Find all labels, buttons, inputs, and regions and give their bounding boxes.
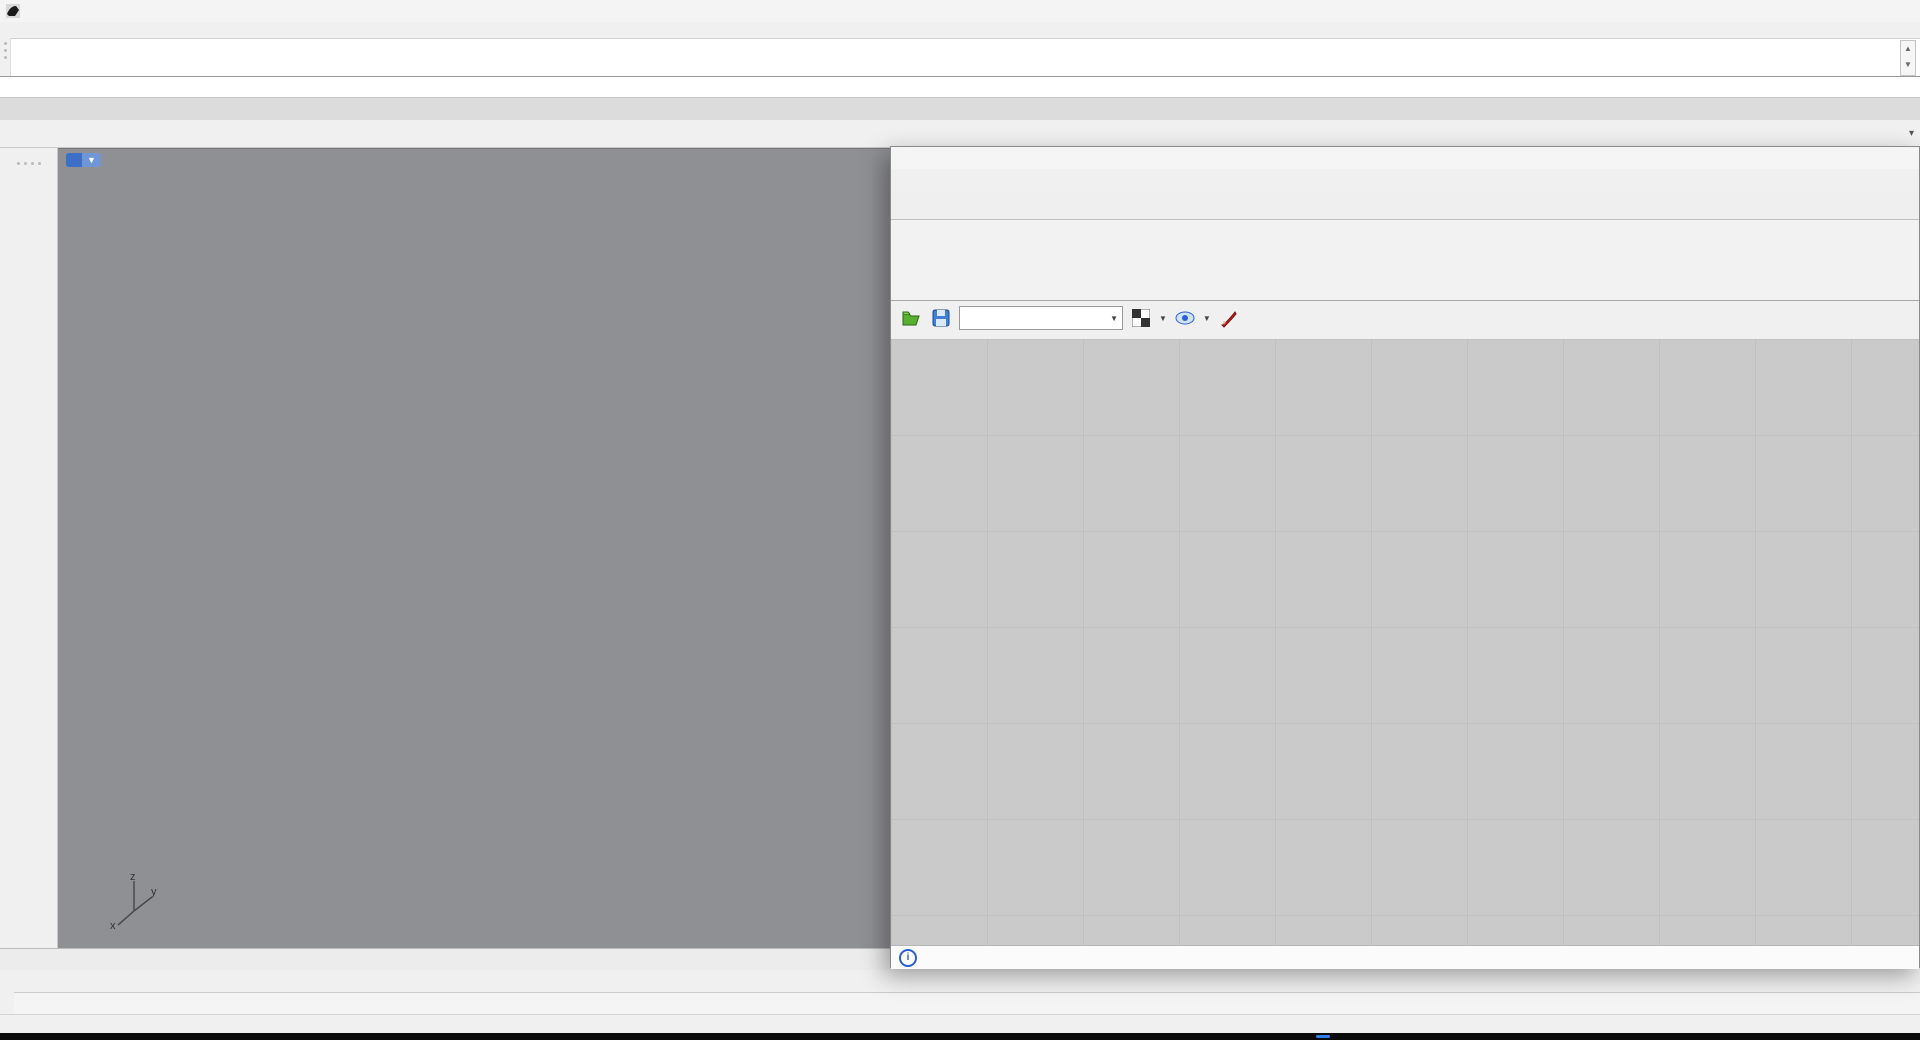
- viewport-tabs-row: [0, 948, 890, 970]
- osnap-panel-strip[interactable]: [0, 952, 14, 1012]
- grasshopper-canvas-toolbar: ▼ ▼ ▼: [891, 301, 1919, 335]
- rhino-titlebar: [0, 0, 1920, 23]
- rhino-menubar: [0, 22, 1920, 38]
- toolbar-tabbar: [0, 97, 1920, 121]
- osnap-options-row: [14, 992, 1920, 1015]
- gh-paintbrush-icon[interactable]: [1217, 306, 1241, 330]
- grasshopper-titlebar[interactable]: [891, 147, 1919, 169]
- cplane-axis-icon: z y x: [88, 871, 158, 931]
- grasshopper-statusbar: i: [891, 945, 1919, 969]
- gh-preview-checker-icon[interactable]: [1129, 306, 1153, 330]
- maximize-button[interactable]: [1828, 0, 1874, 22]
- gh-save-icon[interactable]: [929, 306, 953, 330]
- minimize-button[interactable]: [1782, 0, 1828, 22]
- svg-text:z: z: [130, 871, 136, 883]
- toolbar-iconbar: ▾: [0, 120, 1920, 148]
- gh-info-icon: i: [899, 949, 917, 967]
- grasshopper-ribbon: [891, 220, 1919, 301]
- taskbar-strip: [0, 1033, 1920, 1040]
- svg-text:x: x: [110, 920, 116, 931]
- gh-open-icon[interactable]: [899, 306, 923, 330]
- grasshopper-window: ▼ ▼ ▼ i: [890, 146, 1920, 968]
- status-bar: [0, 1014, 1920, 1034]
- tool-sidebar: [0, 148, 58, 948]
- viewport-title-tab[interactable]: ▼: [66, 153, 101, 167]
- grasshopper-canvas[interactable]: [891, 339, 1919, 945]
- viewport-title: [66, 153, 82, 167]
- command-scrollbar[interactable]: ▲▼: [1900, 40, 1916, 76]
- grasshopper-tabbar: [891, 193, 1919, 220]
- taskbar-indicator: [1316, 1035, 1330, 1038]
- gh-eye-dropdown-icon[interactable]: ▼: [1203, 314, 1211, 323]
- toolbar-overflow-chevron[interactable]: ▾: [1909, 128, 1914, 139]
- viewport-title-dropdown-icon: ▼: [82, 153, 101, 167]
- grasshopper-menubar: [891, 169, 1919, 193]
- screen: { "rhino": { "title": "Rhino 8 Commercia…: [0, 0, 1920, 1040]
- gh-zoom-select[interactable]: ▼: [959, 306, 1123, 330]
- command-history[interactable]: [0, 38, 1920, 77]
- close-button[interactable]: [1874, 0, 1920, 22]
- gh-eye-icon[interactable]: [1173, 306, 1197, 330]
- command-prompt[interactable]: [0, 76, 1920, 98]
- rhino-logo-icon: [5, 3, 21, 19]
- gh-preview-dropdown-icon[interactable]: ▼: [1159, 314, 1167, 323]
- svg-text:y: y: [151, 886, 157, 898]
